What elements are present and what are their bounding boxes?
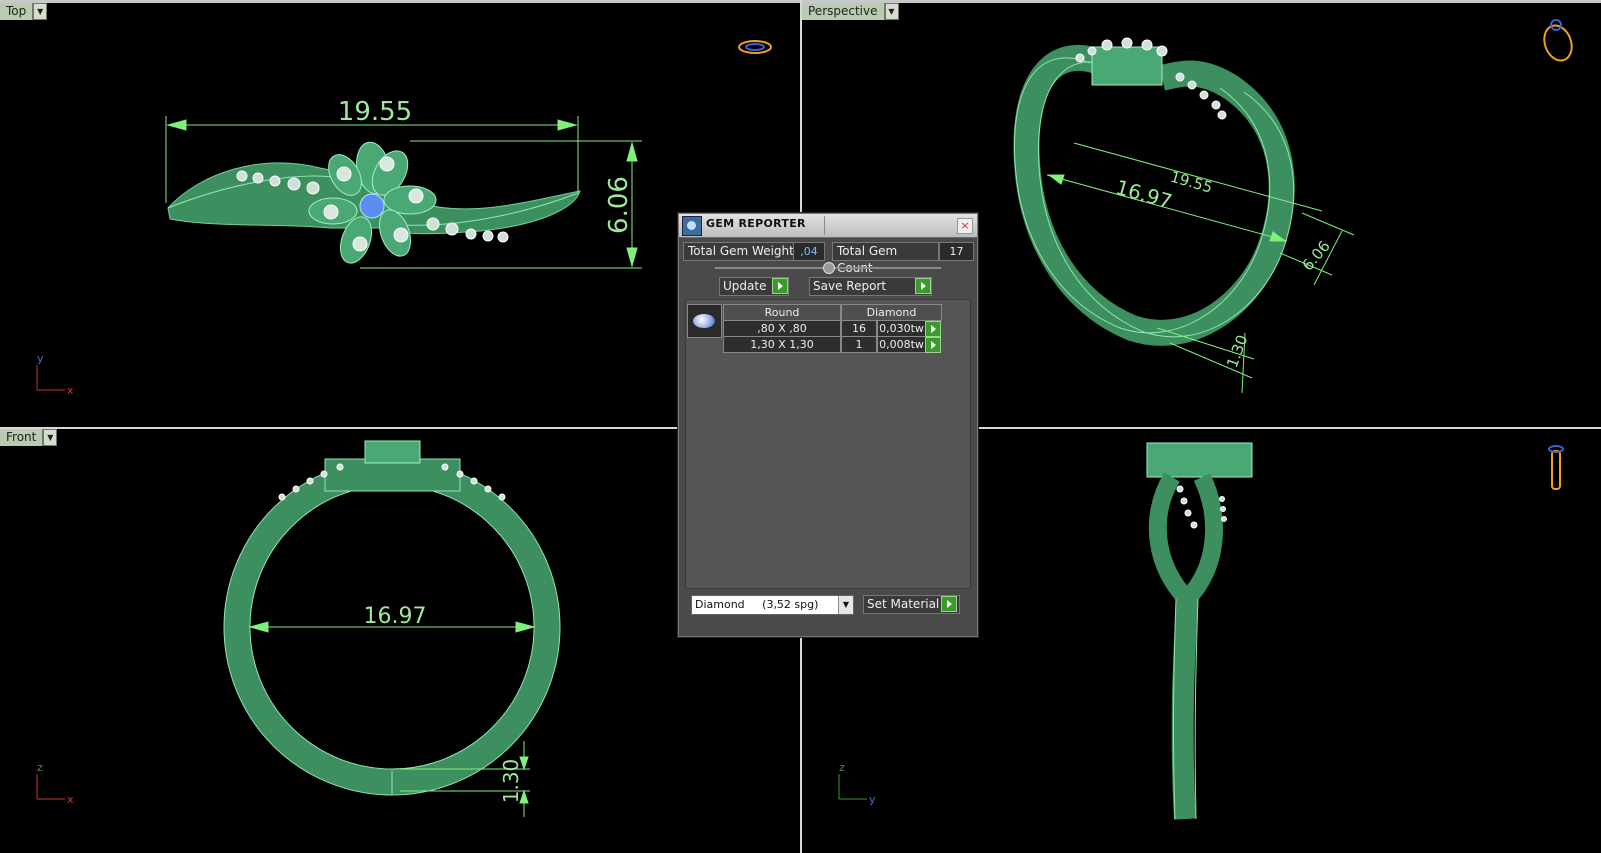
set-material-button-label: Set Material	[867, 597, 940, 611]
row-select-go-icon[interactable]	[925, 337, 941, 353]
total-gem-count-label: Total Gem Count	[832, 242, 939, 275]
round-diamond-icon[interactable]	[687, 304, 722, 338]
gem-reporter-titlebar[interactable]: GEM REPORTER ×	[679, 214, 977, 238]
gem-reporter-title: GEM REPORTER	[706, 217, 806, 230]
row-select-go-icon[interactable]	[925, 321, 941, 337]
update-button-label: Update	[723, 279, 767, 293]
gem-reporter-panel: GEM REPORTER × Total Gem Weight ,04 Tota…	[678, 213, 978, 637]
persp-dim-c: 6.06	[1299, 237, 1334, 274]
close-icon[interactable]: ×	[957, 218, 973, 234]
gem-reporter-logo-icon	[682, 216, 702, 236]
perspective-nav-ring-icon[interactable]	[1540, 19, 1577, 64]
chevron-down-icon[interactable]: ▼	[884, 3, 899, 20]
chevron-down-icon[interactable]: ▼	[33, 3, 48, 20]
save-report-button[interactable]: Save Report	[809, 277, 932, 296]
table-header-shape: Round	[723, 304, 841, 321]
save-report-button-label: Save Report	[813, 279, 887, 293]
viewport-perspective-tab[interactable]: Perspective ▼	[802, 3, 899, 20]
viewport-front-label: Front	[0, 429, 44, 446]
material-select[interactable]: Diamond (3,52 spg) ▼	[691, 595, 854, 615]
front-dim-diameter: 16.97	[364, 604, 427, 629]
svg-text:x: x	[67, 384, 74, 397]
persp-dim-d: 1.30	[1223, 333, 1251, 371]
total-gem-weight-value: ,04	[793, 242, 825, 261]
top-axis-indicator: y x	[36, 352, 74, 397]
table-header-material: Diamond	[841, 304, 942, 321]
table-row-weight: 0,008tw	[877, 336, 926, 353]
front-dim-thickness: 1.30	[499, 759, 523, 804]
update-go-icon[interactable]	[772, 278, 788, 294]
total-gem-weight-label: Total Gem Weight	[683, 242, 800, 261]
titlebar-separator	[824, 216, 825, 235]
persp-dim-a: 19.55	[1168, 168, 1214, 197]
collapse-handle-icon[interactable]	[823, 262, 835, 274]
svg-text:z: z	[37, 761, 43, 774]
table-row-weight: 0,030tw	[877, 320, 926, 337]
top-dim-height: 6.06	[604, 176, 634, 234]
top-dim-width: 19.55	[338, 97, 412, 127]
right-axis-indicator: z y	[838, 761, 876, 806]
set-material-go-icon[interactable]	[941, 596, 957, 612]
chevron-down-icon[interactable]: ▼	[838, 596, 853, 614]
center-gem	[359, 193, 385, 219]
material-select-value: Diamond (3,52 spg)	[695, 598, 819, 611]
persp-dim-b: 16.97	[1113, 175, 1175, 214]
svg-text:z: z	[839, 761, 845, 774]
viewport-top-tab[interactable]: Top ▼	[0, 3, 48, 20]
table-row-size: ,80 X ,80	[723, 320, 841, 337]
svg-text:y: y	[869, 793, 876, 806]
table-row-count: 1	[841, 336, 877, 353]
table-row-size: 1,30 X 1,30	[723, 336, 841, 353]
front-axis-indicator: z x	[36, 761, 74, 806]
right-nav-ring-icon[interactable]	[1548, 445, 1564, 490]
total-gem-count-value: 17	[939, 242, 974, 261]
svg-text:y: y	[37, 352, 44, 365]
save-report-go-icon[interactable]	[915, 278, 931, 294]
svg-text:x: x	[67, 793, 74, 806]
viewport-front-tab[interactable]: Front ▼	[0, 429, 58, 446]
chevron-down-icon[interactable]: ▼	[43, 429, 58, 446]
table-row-count: 16	[841, 320, 877, 337]
viewport-top-label: Top	[0, 3, 34, 20]
viewport-perspective-label: Perspective	[802, 3, 885, 20]
top-nav-ring-icon[interactable]	[738, 40, 772, 54]
